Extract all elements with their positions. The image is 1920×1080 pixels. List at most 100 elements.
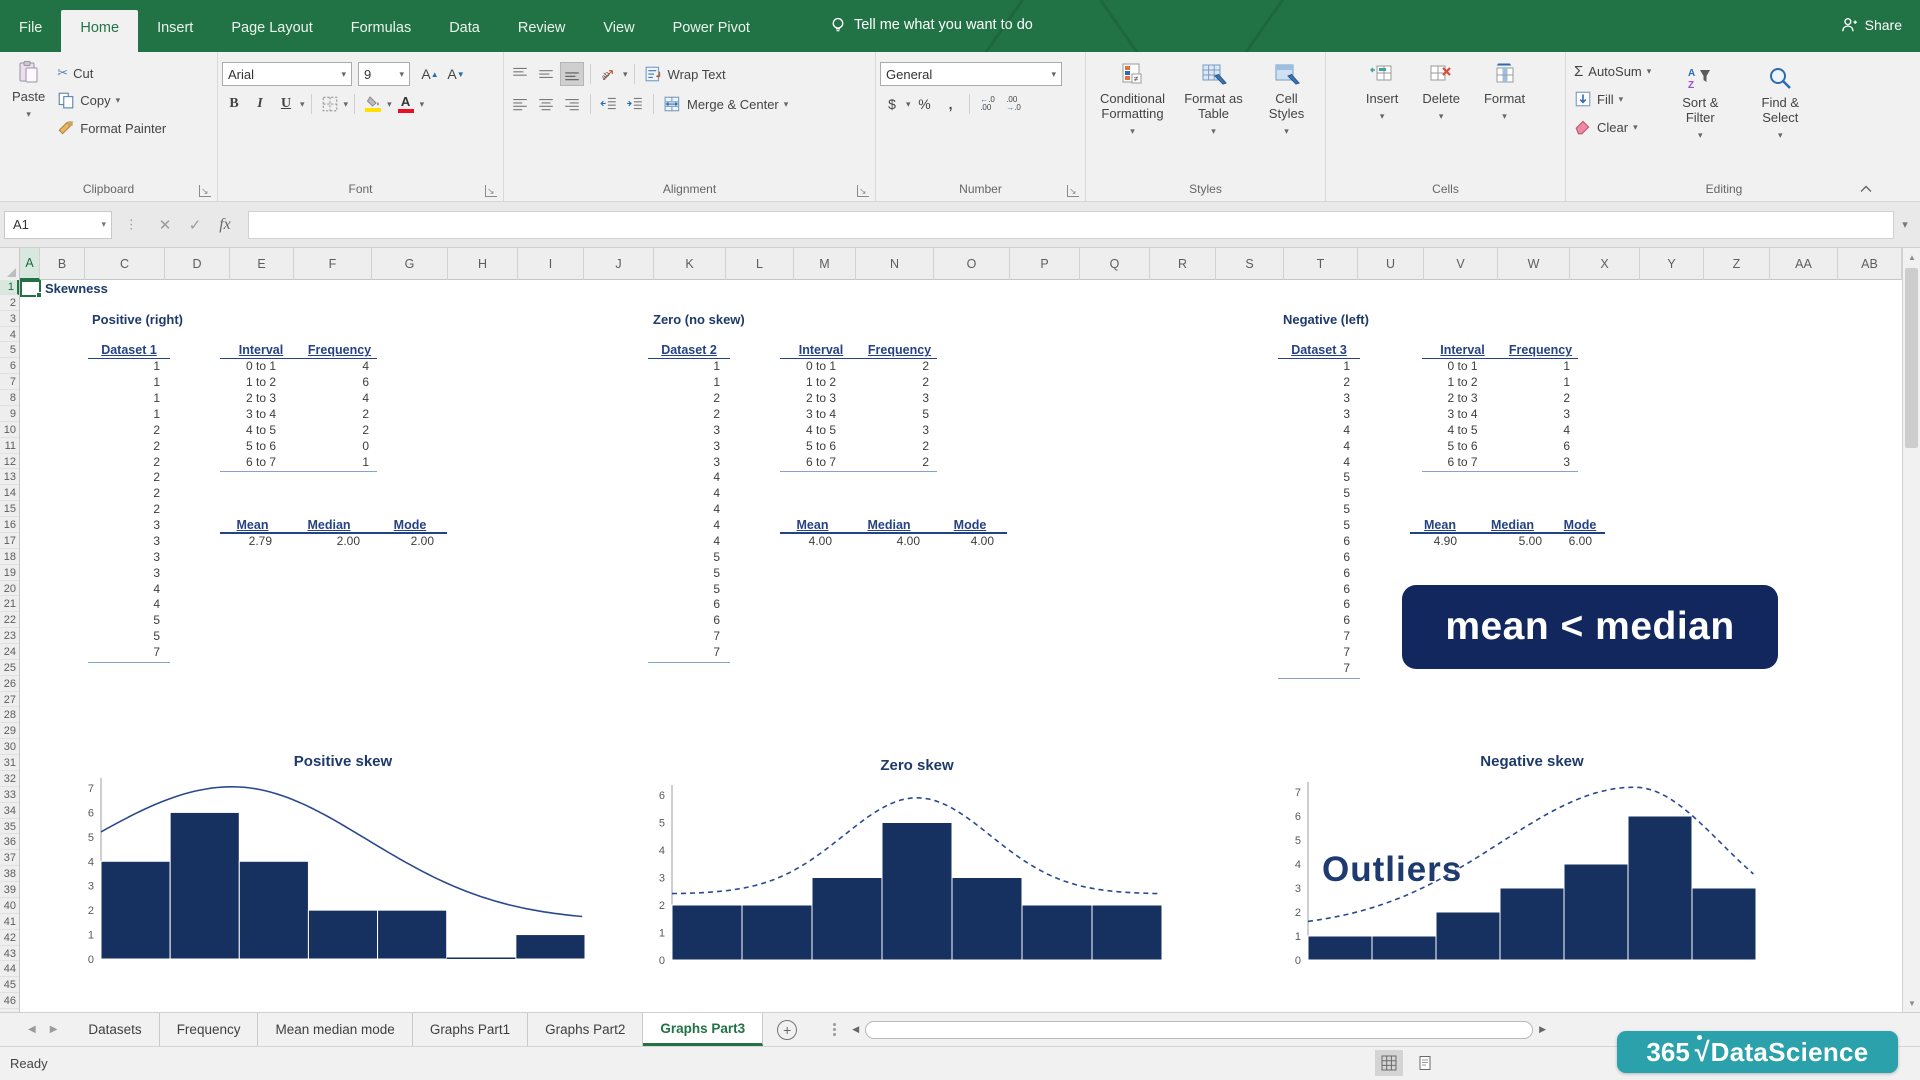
freq-table-3-row[interactable]: 4 to 54 [1422,423,1578,439]
italic-button[interactable]: I [248,92,272,116]
dataset-1-value[interactable]: 3 [88,566,170,582]
stats-1-header[interactable]: MeanMedianMode [220,518,447,534]
ribbon-tab-page-layout[interactable]: Page Layout [212,10,331,52]
column-header-N[interactable]: N [856,248,934,280]
currency-caret[interactable]: ▾ [906,99,911,110]
dataset-3-value[interactable]: 7 [1278,645,1360,661]
insert-function-button[interactable]: fx [210,216,240,234]
dataset-1-value[interactable]: 3 [88,534,170,550]
collapse-ribbon-button[interactable] [1860,185,1872,193]
row-header-27[interactable]: 27 [0,693,19,708]
vertical-scrollbar[interactable]: ▲ ▼ [1902,248,1920,1012]
dataset-3-value[interactable]: 5 [1278,502,1360,518]
column-header-L[interactable]: L [726,248,794,280]
row-header-5[interactable]: 5 [0,343,19,358]
dataset-2-header[interactable]: Dataset 2 [648,343,730,359]
column-header-V[interactable]: V [1424,248,1498,280]
row-header-40[interactable]: 40 [0,899,19,914]
dataset-2-value[interactable]: 4 [648,518,730,534]
bold-button[interactable]: B [222,92,246,116]
row-header-3[interactable]: 3 [0,312,19,327]
percent-button[interactable]: % [913,92,937,116]
format-as-table-button[interactable]: Format as Table ▾ [1176,56,1252,145]
freq-table-3-row[interactable]: 2 to 32 [1422,391,1578,407]
dataset-2-value[interactable]: 4 [648,534,730,550]
insert-cells-button[interactable]: Insert ▾ [1358,56,1407,130]
stats-2-values[interactable]: 4.004.004.00 [780,534,1007,550]
row-header-26[interactable]: 26 [0,677,19,692]
dataset-3-value[interactable]: 7 [1278,661,1360,677]
dataset-1-value[interactable]: 2 [88,502,170,518]
dataset-2-value[interactable]: 3 [648,439,730,455]
column-header-W[interactable]: W [1498,248,1570,280]
row-header-41[interactable]: 41 [0,915,19,930]
normal-view-button[interactable] [1375,1050,1403,1076]
freq-table-1-row[interactable]: 6 to 71 [220,455,377,471]
ribbon-tab-insert[interactable]: Insert [138,10,212,52]
sheet-tab-graphs-part2[interactable]: Graphs Part2 [528,1013,643,1046]
row-header-21[interactable]: 21 [0,597,19,612]
column-header-B[interactable]: B [40,248,85,280]
column-header-R[interactable]: R [1150,248,1216,280]
dataset-1-value[interactable]: 5 [88,613,170,629]
column-header-F[interactable]: F [294,248,372,280]
column-header-E[interactable]: E [230,248,294,280]
dataset-3-value[interactable]: 4 [1278,455,1360,471]
row-header-29[interactable]: 29 [0,724,19,739]
freq-table-2-row[interactable]: 0 to 12 [780,359,937,375]
freq-table-2-row[interactable]: 3 to 45 [780,407,937,423]
row-header-1[interactable]: 1 [0,280,19,295]
freq-table-1-row[interactable]: 4 to 52 [220,423,377,439]
chart-zero-skew[interactable]: Zero skew0123456 [612,750,1202,972]
cell-styles-button[interactable]: Cell Styles ▾ [1254,56,1320,145]
dataset-3-value[interactable]: 6 [1278,534,1360,550]
dataset-2-value[interactable]: 1 [648,375,730,391]
formula-input[interactable] [248,211,1894,239]
row-header-18[interactable]: 18 [0,550,19,565]
dataset-2-value[interactable]: 6 [648,597,730,613]
currency-button[interactable]: $ [880,92,904,116]
freq-table-3-row[interactable]: 3 to 43 [1422,407,1578,423]
stats-1-values[interactable]: 2.792.002.00 [220,534,447,550]
align-center-button[interactable] [534,92,558,116]
borders-caret[interactable]: ▾ [344,99,349,110]
row-header-31[interactable]: 31 [0,756,19,771]
stats-3-header[interactable]: MeanMedianMode [1410,518,1605,534]
row-header-17[interactable]: 17 [0,534,19,549]
row-header-24[interactable]: 24 [0,645,19,660]
column-header-Q[interactable]: Q [1080,248,1150,280]
stats-3-values[interactable]: 4.905.006.00 [1410,534,1605,550]
dataset-3-value[interactable]: 3 [1278,391,1360,407]
row-header-39[interactable]: 39 [0,883,19,898]
freq-table-3-header[interactable]: IntervalFrequency [1422,343,1578,359]
row-header-19[interactable]: 19 [0,566,19,581]
row-header-23[interactable]: 23 [0,629,19,644]
orientation-button[interactable]: ab [597,62,621,86]
active-cell-selection[interactable] [20,280,41,297]
sheet-tab-frequency[interactable]: Frequency [160,1013,259,1046]
row-header-38[interactable]: 38 [0,867,19,882]
column-header-H[interactable]: H [448,248,518,280]
number-format-combo[interactable]: General▾ [880,62,1062,86]
column-header-X[interactable]: X [1570,248,1640,280]
column-header-AB[interactable]: AB [1838,248,1902,280]
dataset-1-value[interactable]: 1 [88,407,170,423]
clipboard-dialog-launcher[interactable] [199,185,211,197]
row-header-34[interactable]: 34 [0,804,19,819]
dataset-3-value[interactable]: 5 [1278,486,1360,502]
dataset-3-value[interactable]: 6 [1278,597,1360,613]
freq-table-1-row[interactable]: 2 to 34 [220,391,377,407]
font-dialog-launcher[interactable] [485,185,497,197]
fill-button[interactable]: Fill▾ [1570,87,1655,111]
row-header-14[interactable]: 14 [0,486,19,501]
column-header-Y[interactable]: Y [1640,248,1704,280]
underline-button[interactable]: U [274,92,298,116]
row-header-44[interactable]: 44 [0,962,19,977]
increase-decimal-button[interactable]: ←.0.00 [976,92,1000,116]
font-size-combo[interactable]: 9▾ [358,62,410,86]
underline-caret[interactable]: ▾ [300,99,305,110]
wrap-text-button[interactable]: Wrap Text [641,62,730,86]
column-header-A[interactable]: A [20,248,40,280]
freq-table-3-row[interactable]: 0 to 11 [1422,359,1578,375]
dataset-1-value[interactable]: 2 [88,439,170,455]
